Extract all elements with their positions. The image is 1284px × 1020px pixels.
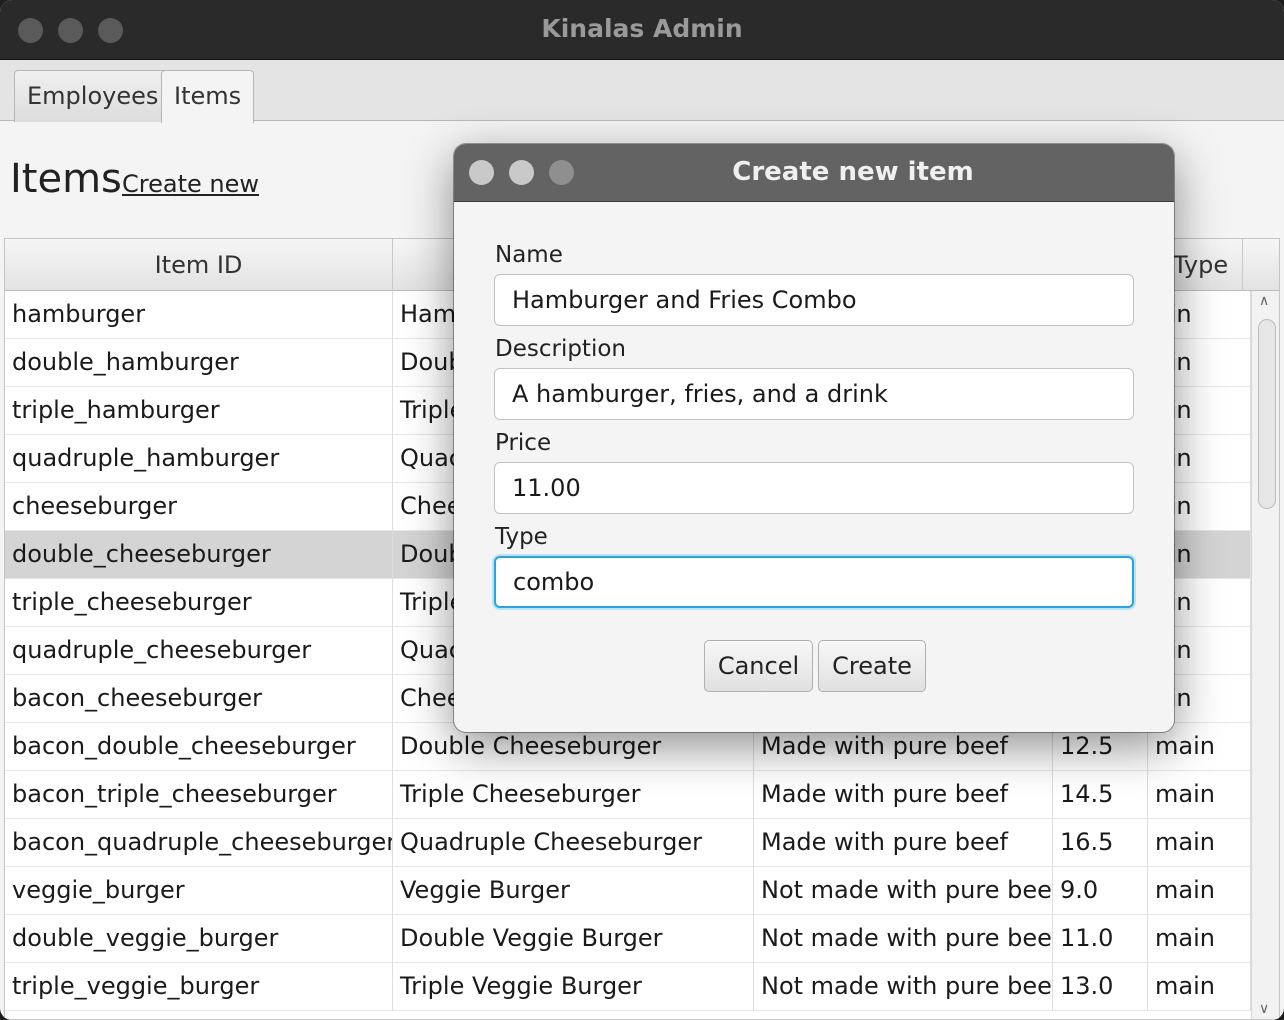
- page-title: Items: [10, 156, 122, 202]
- table-row[interactable]: bacon_triple_cheeseburger Triple Cheesebu…: [5, 771, 1251, 819]
- cell-item-id: cheeseburger: [5, 483, 393, 531]
- main-window: Kinalas Admin Employees Items Items Crea…: [0, 0, 1284, 1020]
- dialog-title: Create new item: [732, 157, 974, 187]
- cell-name: Quadruple Cheeseburger: [393, 819, 754, 867]
- cell-type: main: [1148, 915, 1251, 963]
- vertical-scrollbar[interactable]: ∧ ∨: [1251, 291, 1279, 1019]
- cell-description: Made with pure beef: [754, 771, 1053, 819]
- dialog-titlebar[interactable]: Create new item: [454, 144, 1174, 202]
- tab-bar: Employees Items: [0, 60, 1284, 123]
- window-title: Kinalas Admin: [541, 14, 743, 43]
- cell-price: 16.5: [1053, 819, 1148, 867]
- create-button[interactable]: Create: [818, 640, 926, 692]
- create-new-link[interactable]: Create new: [122, 170, 259, 198]
- cell-item-id: veggie_burger: [5, 867, 393, 915]
- price-input[interactable]: [494, 462, 1134, 514]
- cell-item-id: bacon_triple_cheeseburger: [5, 771, 393, 819]
- cell-description: Made with pure beef: [754, 819, 1053, 867]
- cell-description: Not made with pure beef: [754, 915, 1053, 963]
- table-row[interactable]: bacon_quadruple_cheeseburger Quadruple Ch…: [5, 819, 1251, 867]
- cell-type: main: [1148, 819, 1251, 867]
- create-item-dialog: Create new item Name Description Price T…: [454, 144, 1174, 732]
- cell-price: 9.0: [1053, 867, 1148, 915]
- type-label: Type: [495, 524, 548, 550]
- cell-price: 14.5: [1053, 771, 1148, 819]
- table-row[interactable]: triple_veggie_burger Triple Veggie Burger…: [5, 963, 1251, 1011]
- cell-description: Not made with pure beef: [754, 867, 1053, 915]
- scroll-down-icon[interactable]: ∨: [1259, 1001, 1269, 1017]
- cell-item-id: double_veggie_burger: [5, 915, 393, 963]
- cell-item-id: bacon_quadruple_cheeseburger: [5, 819, 393, 867]
- scroll-up-icon[interactable]: ∧: [1259, 293, 1269, 309]
- scrollbar-thumb[interactable]: [1258, 319, 1276, 509]
- cell-item-id: triple_veggie_burger: [5, 963, 393, 1011]
- cell-item-id: hamburger: [5, 291, 393, 339]
- cell-name: Double Veggie Burger: [393, 915, 754, 963]
- table-row[interactable]: veggie_burger Veggie Burger Not made with …: [5, 867, 1251, 915]
- cell-description: Not made with pure beef: [754, 963, 1053, 1011]
- cell-type: main: [1148, 867, 1251, 915]
- column-header-item-id[interactable]: Item ID: [5, 239, 393, 291]
- cell-type: main: [1148, 771, 1251, 819]
- price-label: Price: [495, 430, 552, 456]
- cell-item-id: quadruple_cheeseburger: [5, 627, 393, 675]
- column-header-filler: [1243, 239, 1279, 291]
- cell-price: 13.0: [1053, 963, 1148, 1011]
- table-row[interactable]: double_veggie_burger Double Veggie Burger…: [5, 915, 1251, 963]
- cell-name: Triple Cheeseburger: [393, 771, 754, 819]
- cell-type: main: [1148, 963, 1251, 1011]
- tab-employees[interactable]: Employees: [14, 70, 172, 122]
- cancel-button[interactable]: Cancel: [704, 640, 813, 692]
- cell-name: Triple Veggie Burger: [393, 963, 754, 1011]
- type-input[interactable]: [494, 556, 1134, 608]
- tab-items[interactable]: Items: [161, 70, 255, 123]
- cell-item-id: quadruple_hamburger: [5, 435, 393, 483]
- cell-name: Veggie Burger: [393, 867, 754, 915]
- cell-item-id: triple_hamburger: [5, 387, 393, 435]
- cell-price: 11.0: [1053, 915, 1148, 963]
- name-input[interactable]: [494, 274, 1134, 326]
- window-titlebar[interactable]: Kinalas Admin: [0, 0, 1284, 60]
- name-label: Name: [495, 242, 563, 268]
- cell-item-id: double_cheeseburger: [5, 531, 393, 579]
- description-input[interactable]: [494, 368, 1134, 420]
- cell-item-id: bacon_cheeseburger: [5, 675, 393, 723]
- description-label: Description: [495, 336, 626, 362]
- cell-item-id: bacon_double_cheeseburger: [5, 723, 393, 771]
- cell-item-id: double_hamburger: [5, 339, 393, 387]
- cell-item-id: triple_cheeseburger: [5, 579, 393, 627]
